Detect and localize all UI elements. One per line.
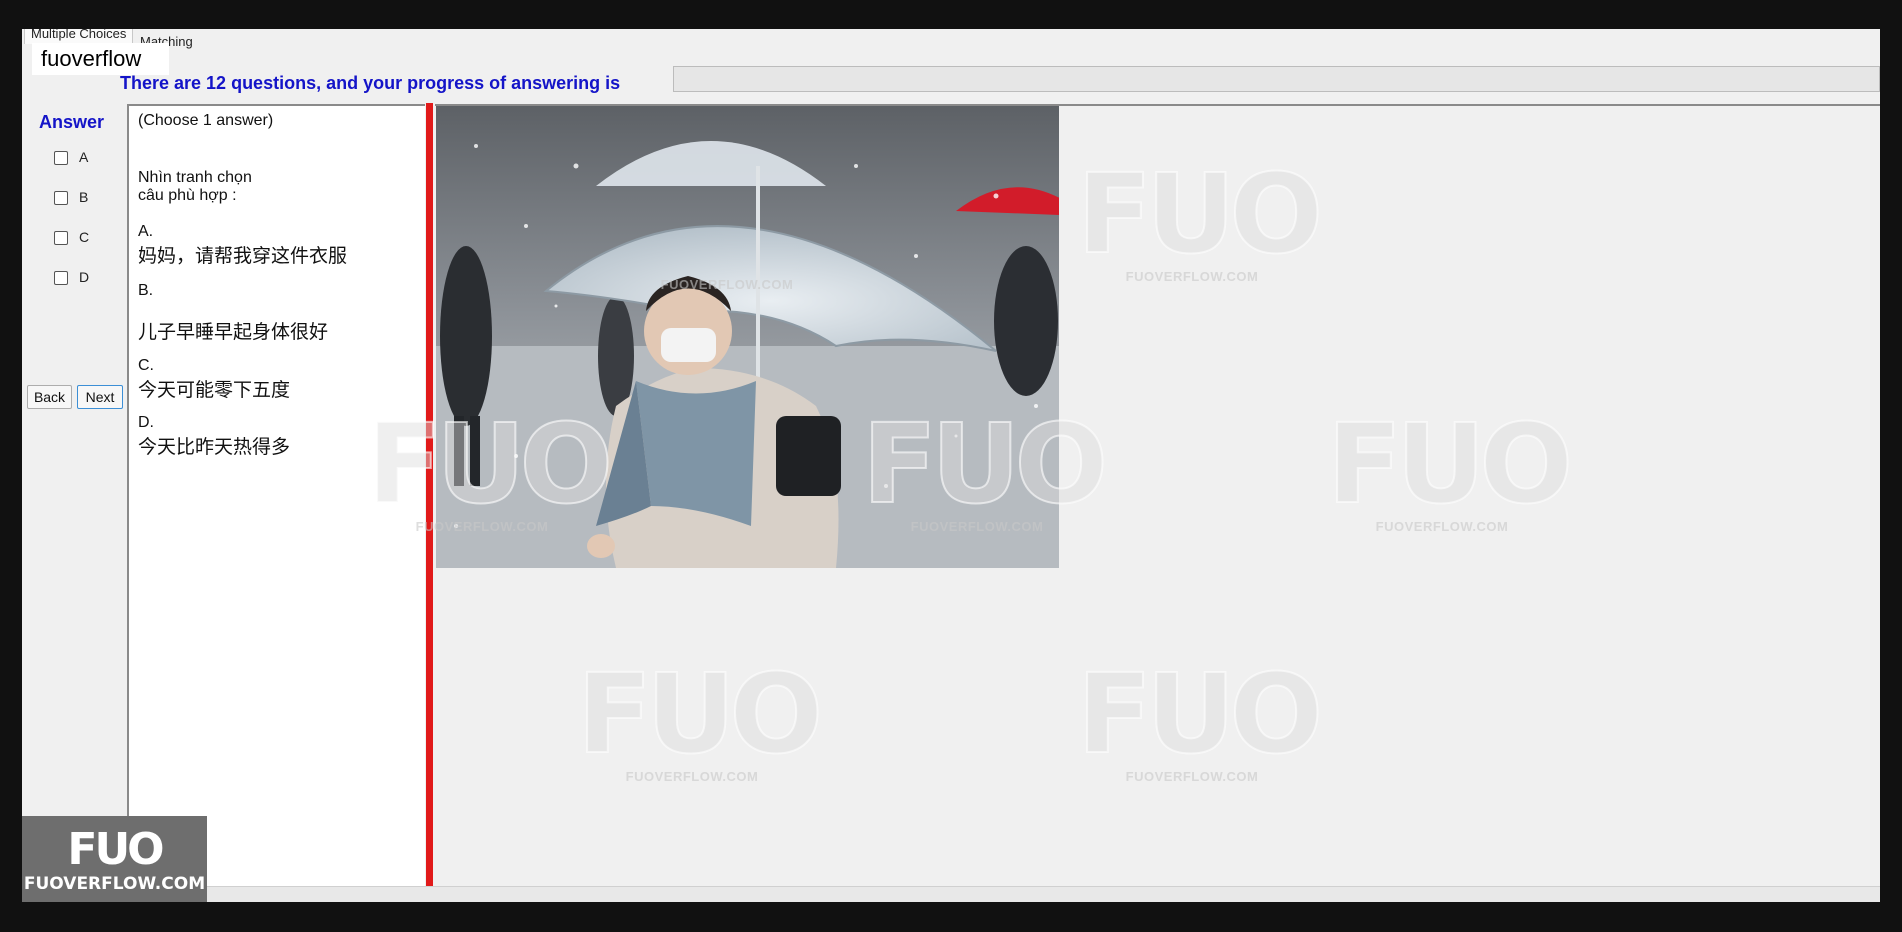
choice-letter-b: B. [138,282,154,299]
watermark: FUOVERFLOW.COM [612,277,842,292]
watermark-mark: FUO [576,650,824,778]
answer-heading: Answer [39,112,105,132]
username-label: fuoverflow [32,43,169,75]
option-label-a: A [79,149,89,165]
watermark: FUO FUOVERFLOW.COM [1076,650,1324,784]
tab-strip: Multiple Choices Matching [22,29,1880,49]
watermark: FUO FUOVERFLOW.COM [861,400,1109,534]
checkbox-d[interactable] [54,271,68,285]
watermark-mark: FUO [1076,150,1324,278]
back-button[interactable]: Back [27,385,72,409]
next-button[interactable]: Next [77,385,123,409]
watermark-mark: FUO [1076,650,1324,778]
logo-mark: FUO [67,824,164,875]
choice-letter-a: A. [138,223,154,240]
question-instruction: (Choose 1 answer) [138,112,274,129]
question-prompt-line1: Nhìn tranh chọn [138,169,252,186]
checkbox-b[interactable] [54,191,68,205]
checkbox-a[interactable] [54,151,68,165]
choice-letter-d: D. [138,414,154,431]
choice-text-b: 儿子早睡早起身体很好 [138,322,329,343]
site-logo: FUO FUOVERFLOW.COM [22,816,207,902]
tab-multiple-choices[interactable]: Multiple Choices [24,29,134,44]
watermark-mark: FUO [861,400,1109,528]
option-label-d: D [79,269,90,285]
question-prompt-line2: câu phù hợp : [138,187,237,204]
option-label-b: B [79,189,89,205]
watermark: FUO FUOVERFLOW.COM [366,400,614,534]
logo-url: FUOVERFLOW.COM [23,874,206,894]
choice-text-a: 妈妈，请帮我穿这件衣服 [138,246,348,267]
status-bar [22,886,1880,902]
option-label-c: C [79,229,90,245]
progress-bar [673,66,1880,92]
watermark: FUO FUOVERFLOW.COM [1326,400,1574,534]
choice-text-c: 今天可能零下五度 [138,380,291,401]
watermark-mark: FUO [366,400,614,528]
watermark-mark: FUO [1326,400,1574,528]
watermark-url: FUOVERFLOW.COM [660,277,794,292]
choice-letter-c: C. [138,357,154,374]
checkbox-c[interactable] [54,231,68,245]
choice-text-d: 今天比昨天热得多 [138,437,291,458]
watermark: FUO FUOVERFLOW.COM [576,650,824,784]
progress-label: There are 12 questions, and your progres… [120,73,621,93]
watermark: FUO FUOVERFLOW.COM [1076,150,1324,284]
quiz-window: Multiple Choices Matching fuoverflow The… [22,29,1880,902]
